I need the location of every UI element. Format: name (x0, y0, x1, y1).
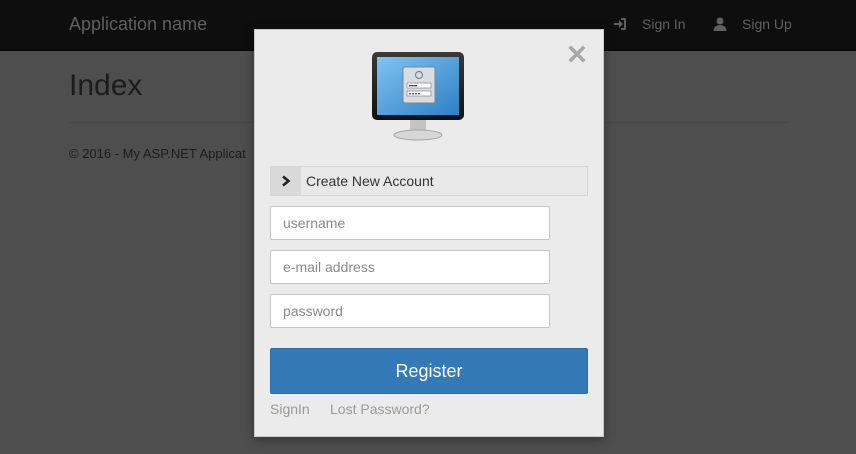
monitor-login-icon (370, 50, 466, 146)
nav-sign-up-label: Sign Up (742, 16, 792, 32)
user-icon (712, 16, 728, 32)
create-account-label: Create New Account (306, 173, 434, 189)
page-title: Index (69, 69, 143, 102)
chevron-right-icon (271, 167, 301, 195)
nav-sign-in-link[interactable]: Sign In (612, 16, 686, 32)
create-account-header: Create New Account (270, 166, 588, 196)
username-input[interactable] (270, 206, 550, 240)
sign-in-icon (612, 16, 628, 32)
password-input[interactable] (270, 294, 550, 328)
nav-sign-up-link[interactable]: Sign Up (712, 16, 792, 32)
lost-password-link[interactable]: Lost Password? (330, 401, 430, 417)
nav-sign-in-label: Sign In (642, 16, 686, 32)
footer-copyright: © 2016 - My ASP.NET Applicat (69, 146, 246, 161)
close-icon[interactable] (567, 44, 587, 64)
register-modal: Create New Account Register SignIn Lost … (254, 29, 604, 437)
app-brand[interactable]: Application name (69, 14, 207, 35)
signin-link[interactable]: SignIn (270, 401, 310, 417)
email-input[interactable] (270, 250, 550, 284)
register-button[interactable]: Register (270, 348, 588, 394)
